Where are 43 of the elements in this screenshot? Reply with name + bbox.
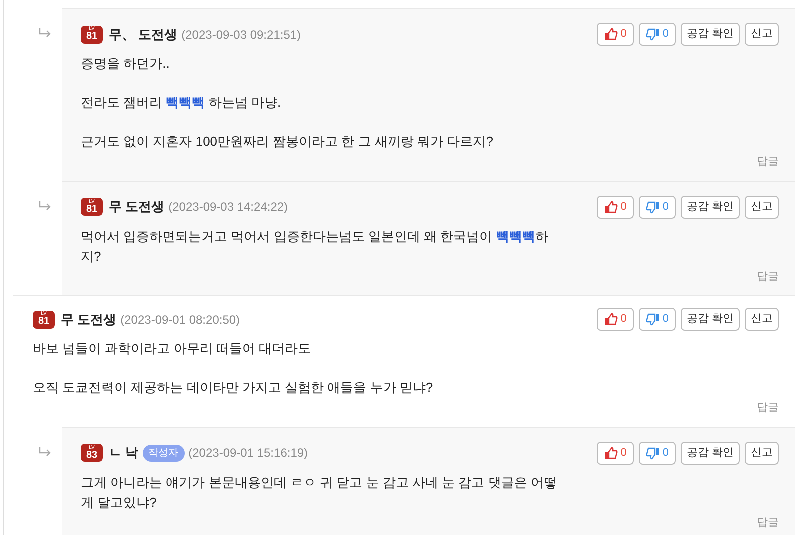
thumbs-up-icon <box>604 200 618 214</box>
like-button[interactable]: 0 <box>596 308 634 331</box>
thumbs-down-icon <box>646 28 660 41</box>
level-number: 83 <box>86 450 98 460</box>
reply-arrow-icon <box>39 200 51 210</box>
reply-arrow-icon <box>39 28 51 38</box>
user-name[interactable]: ㄴ 낙 <box>109 443 139 463</box>
comment-text: 전라도 잼버리 빽빽빽 하는넘 마냥. <box>81 94 282 112</box>
thumbs-down-icon <box>646 446 660 460</box>
author-tag: 작성자 <box>142 444 185 462</box>
report-button[interactable]: 신고 <box>745 308 779 331</box>
thumbs-up-icon <box>604 28 618 41</box>
user-name[interactable]: 무 도전생 <box>61 310 117 330</box>
comment-time: (2023-09-01 08:20:50) <box>120 312 240 328</box>
reply-arrow-icon <box>39 446 51 456</box>
thumbs-up-icon <box>604 446 618 460</box>
thumbs-down-icon <box>646 313 660 326</box>
like-button[interactable]: 0 <box>596 196 634 218</box>
comment-text: 오직 도쿄전력이 제공하는 데이타만 가지고 실험한 애들을 누가 믿냐? <box>33 379 434 397</box>
user-name[interactable]: 무 도전생 <box>109 197 165 217</box>
like-button[interactable]: 0 <box>596 442 634 464</box>
empathy-button[interactable]: 공감 확인 <box>680 308 740 331</box>
comment-text: 바보 넘들이 과학이라고 아무리 떠들어 대더라도 <box>33 340 312 358</box>
report-button[interactable]: 신고 <box>745 23 779 46</box>
comment-text: 증명을 하던가.. <box>81 55 171 73</box>
level-number: 81 <box>86 32 98 42</box>
comment-time: (2023-09-03 09:21:51) <box>182 26 302 44</box>
comment-text: 그게 아니라는 얘기가 본문내용인데 ㄹㅇ 귀 닫고 눈 감고 사네 눈 감고 댓글은 어떻게 달고있냐? <box>81 474 558 512</box>
level-number: 81 <box>38 317 50 327</box>
user-name[interactable]: 무、 도전생 <box>109 24 178 44</box>
report-button[interactable]: 신고 <box>745 196 779 218</box>
thumbs-down-icon <box>646 200 660 214</box>
level-number: 81 <box>86 204 98 214</box>
report-button[interactable]: 신고 <box>745 442 779 464</box>
empathy-button[interactable]: 공감 확인 <box>680 23 740 46</box>
comment-text: 근거도 없이 지혼자 100만원짜리 짬봉이라고 한 그 새끼랑 뭐가 다르지? <box>81 133 494 151</box>
thumbs-up-icon <box>604 313 618 326</box>
comment-time: (2023-09-03 14:24:22) <box>168 199 288 216</box>
like-button[interactable]: 0 <box>596 23 634 46</box>
comment-text: 먹어서 입증하면되는거고 먹어서 입증한다는넘도 일본인데 왜 한국넘이 빽빽빽하지? <box>81 228 550 266</box>
comment-time: (2023-09-01 15:16:19) <box>188 445 308 462</box>
empathy-button[interactable]: 공감 확인 <box>680 442 740 464</box>
empathy-button[interactable]: 공감 확인 <box>680 196 740 218</box>
